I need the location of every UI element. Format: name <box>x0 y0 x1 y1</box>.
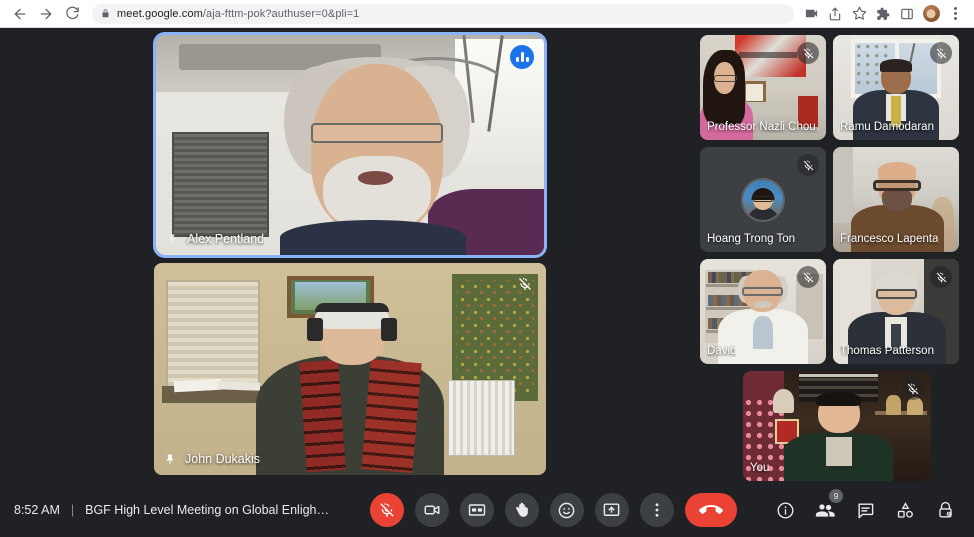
meeting-side-actions: 9 <box>774 489 974 522</box>
participant-name: John Dukakis <box>185 452 261 466</box>
participant-row-self: You <box>700 371 970 481</box>
participant-row: Professor Nazli Chou… Ramu Damodaran <box>700 35 970 140</box>
participant-name-chip: Hoang Trong Ton <box>707 233 795 245</box>
meeting-info: 8:52 AM | BGF High Level Meeting on Glob… <box>0 503 332 517</box>
participant-name: Professor Nazli Chou… <box>707 121 818 133</box>
avatar <box>741 177 785 222</box>
mic-muted-icon <box>513 272 537 296</box>
video-tile-professor-nazli[interactable]: Professor Nazli Chou… <box>700 35 826 140</box>
participant-strip: Professor Nazli Chou… Ramu Damodaran Hoa… <box>700 28 974 483</box>
participant-row: Hoang Trong Ton Francesco Lapenta <box>700 147 970 252</box>
audio-activity-indicator <box>510 45 534 69</box>
browser-toolbar: meet.google.com/aja-fttm-pok?authuser=0&… <box>0 0 974 28</box>
chat-button[interactable] <box>854 498 876 522</box>
mic-muted-icon <box>797 266 819 288</box>
mic-muted-icon <box>797 154 819 176</box>
browser-action-icons <box>800 3 966 25</box>
more-options-button[interactable] <box>639 493 674 527</box>
extensions-puzzle-icon[interactable] <box>872 3 894 25</box>
call-controls <box>332 493 774 527</box>
meeting-details-button[interactable] <box>774 498 796 522</box>
participant-name: Francesco Lapenta <box>840 233 939 245</box>
forward-button[interactable] <box>34 2 58 26</box>
participant-count-badge: 9 <box>829 489 843 503</box>
profile-avatar-icon[interactable] <box>920 3 942 25</box>
participant-name-chip: Professor Nazli Chou… <box>707 121 818 133</box>
participant-name: Ramu Damodaran <box>840 121 934 133</box>
address-bar[interactable]: meet.google.com/aja-fttm-pok?authuser=0&… <box>92 3 794 24</box>
microphone-toggle-button[interactable] <box>369 493 404 527</box>
video-tile-john-dukakis[interactable]: John Dukakis <box>154 263 546 475</box>
participant-name-chip: Francesco Lapenta <box>840 233 938 245</box>
participant-name-chip: Ramu Damodaran <box>840 121 934 133</box>
share-icon[interactable] <box>824 3 846 25</box>
video-tile-david[interactable]: David <box>700 259 826 364</box>
participant-name: You <box>750 462 770 474</box>
google-meet-app: Alex Pentland John Dukakis Professor Naz… <box>0 28 974 537</box>
participant-name: Hoang Trong Ton <box>707 233 796 245</box>
participant-name-chip: David <box>707 345 736 357</box>
host-controls-button[interactable] <box>934 498 956 522</box>
participant-name-chip: Thomas Patterson <box>840 345 934 357</box>
video-stage: Alex Pentland John Dukakis Professor Naz… <box>0 28 974 483</box>
pin-icon <box>166 232 178 246</box>
mic-muted-icon <box>930 42 952 64</box>
video-feed <box>154 263 546 475</box>
mic-muted-icon <box>930 266 952 288</box>
captions-toggle-button[interactable] <box>459 493 494 527</box>
pin-icon <box>164 452 176 466</box>
lock-icon <box>101 8 110 19</box>
mic-muted-icon <box>797 42 819 64</box>
participant-name: David <box>707 345 737 357</box>
video-tile-thomas-patterson[interactable]: Thomas Patterson <box>833 259 959 364</box>
three-dot-menu-icon[interactable] <box>944 3 966 25</box>
participant-name-chip: Alex Pentland <box>166 232 264 246</box>
participant-name: Alex Pentland <box>187 232 265 246</box>
video-tile-ramu-damodaran[interactable]: Ramu Damodaran <box>833 35 959 140</box>
reload-button[interactable] <box>60 2 84 26</box>
pinned-tiles-column: Alex Pentland John Dukakis <box>0 28 700 483</box>
separator: | <box>70 503 75 517</box>
video-tile-francesco-lapenta[interactable]: Francesco Lapenta <box>833 147 959 252</box>
meeting-time: 8:52 AM <box>14 503 60 517</box>
url-text: meet.google.com/aja-fttm-pok?authuser=0&… <box>117 7 360 20</box>
browser-nav-buttons <box>8 2 84 26</box>
activities-button[interactable] <box>894 498 916 522</box>
participant-row: David Thomas Patterson <box>700 259 970 364</box>
raise-hand-button[interactable] <box>504 493 539 527</box>
video-tile-hoang-trong-ton[interactable]: Hoang Trong Ton <box>700 147 826 252</box>
camera-toggle-button[interactable] <box>414 493 449 527</box>
video-feed <box>156 35 544 255</box>
bookmark-star-icon[interactable] <box>848 3 870 25</box>
back-button[interactable] <box>8 2 32 26</box>
reactions-button[interactable] <box>549 493 584 527</box>
video-tile-alex-pentland[interactable]: Alex Pentland <box>153 32 547 258</box>
video-tile-you[interactable]: You <box>743 371 931 481</box>
participant-name-chip: You <box>750 462 769 474</box>
present-screen-button[interactable] <box>594 493 629 527</box>
meeting-bottom-bar: 8:52 AM | BGF High Level Meeting on Glob… <box>0 483 974 537</box>
mic-muted-icon <box>902 378 924 400</box>
leave-call-button[interactable] <box>684 493 737 527</box>
people-button[interactable]: 9 <box>814 489 843 522</box>
meeting-title: BGF High Level Meeting on Global Enlight… <box>85 503 332 517</box>
side-panel-icon[interactable] <box>896 3 918 25</box>
media-cast-icon[interactable] <box>800 3 822 25</box>
participant-name-chip: John Dukakis <box>164 452 260 466</box>
participant-name: Thomas Patterson <box>840 345 934 357</box>
